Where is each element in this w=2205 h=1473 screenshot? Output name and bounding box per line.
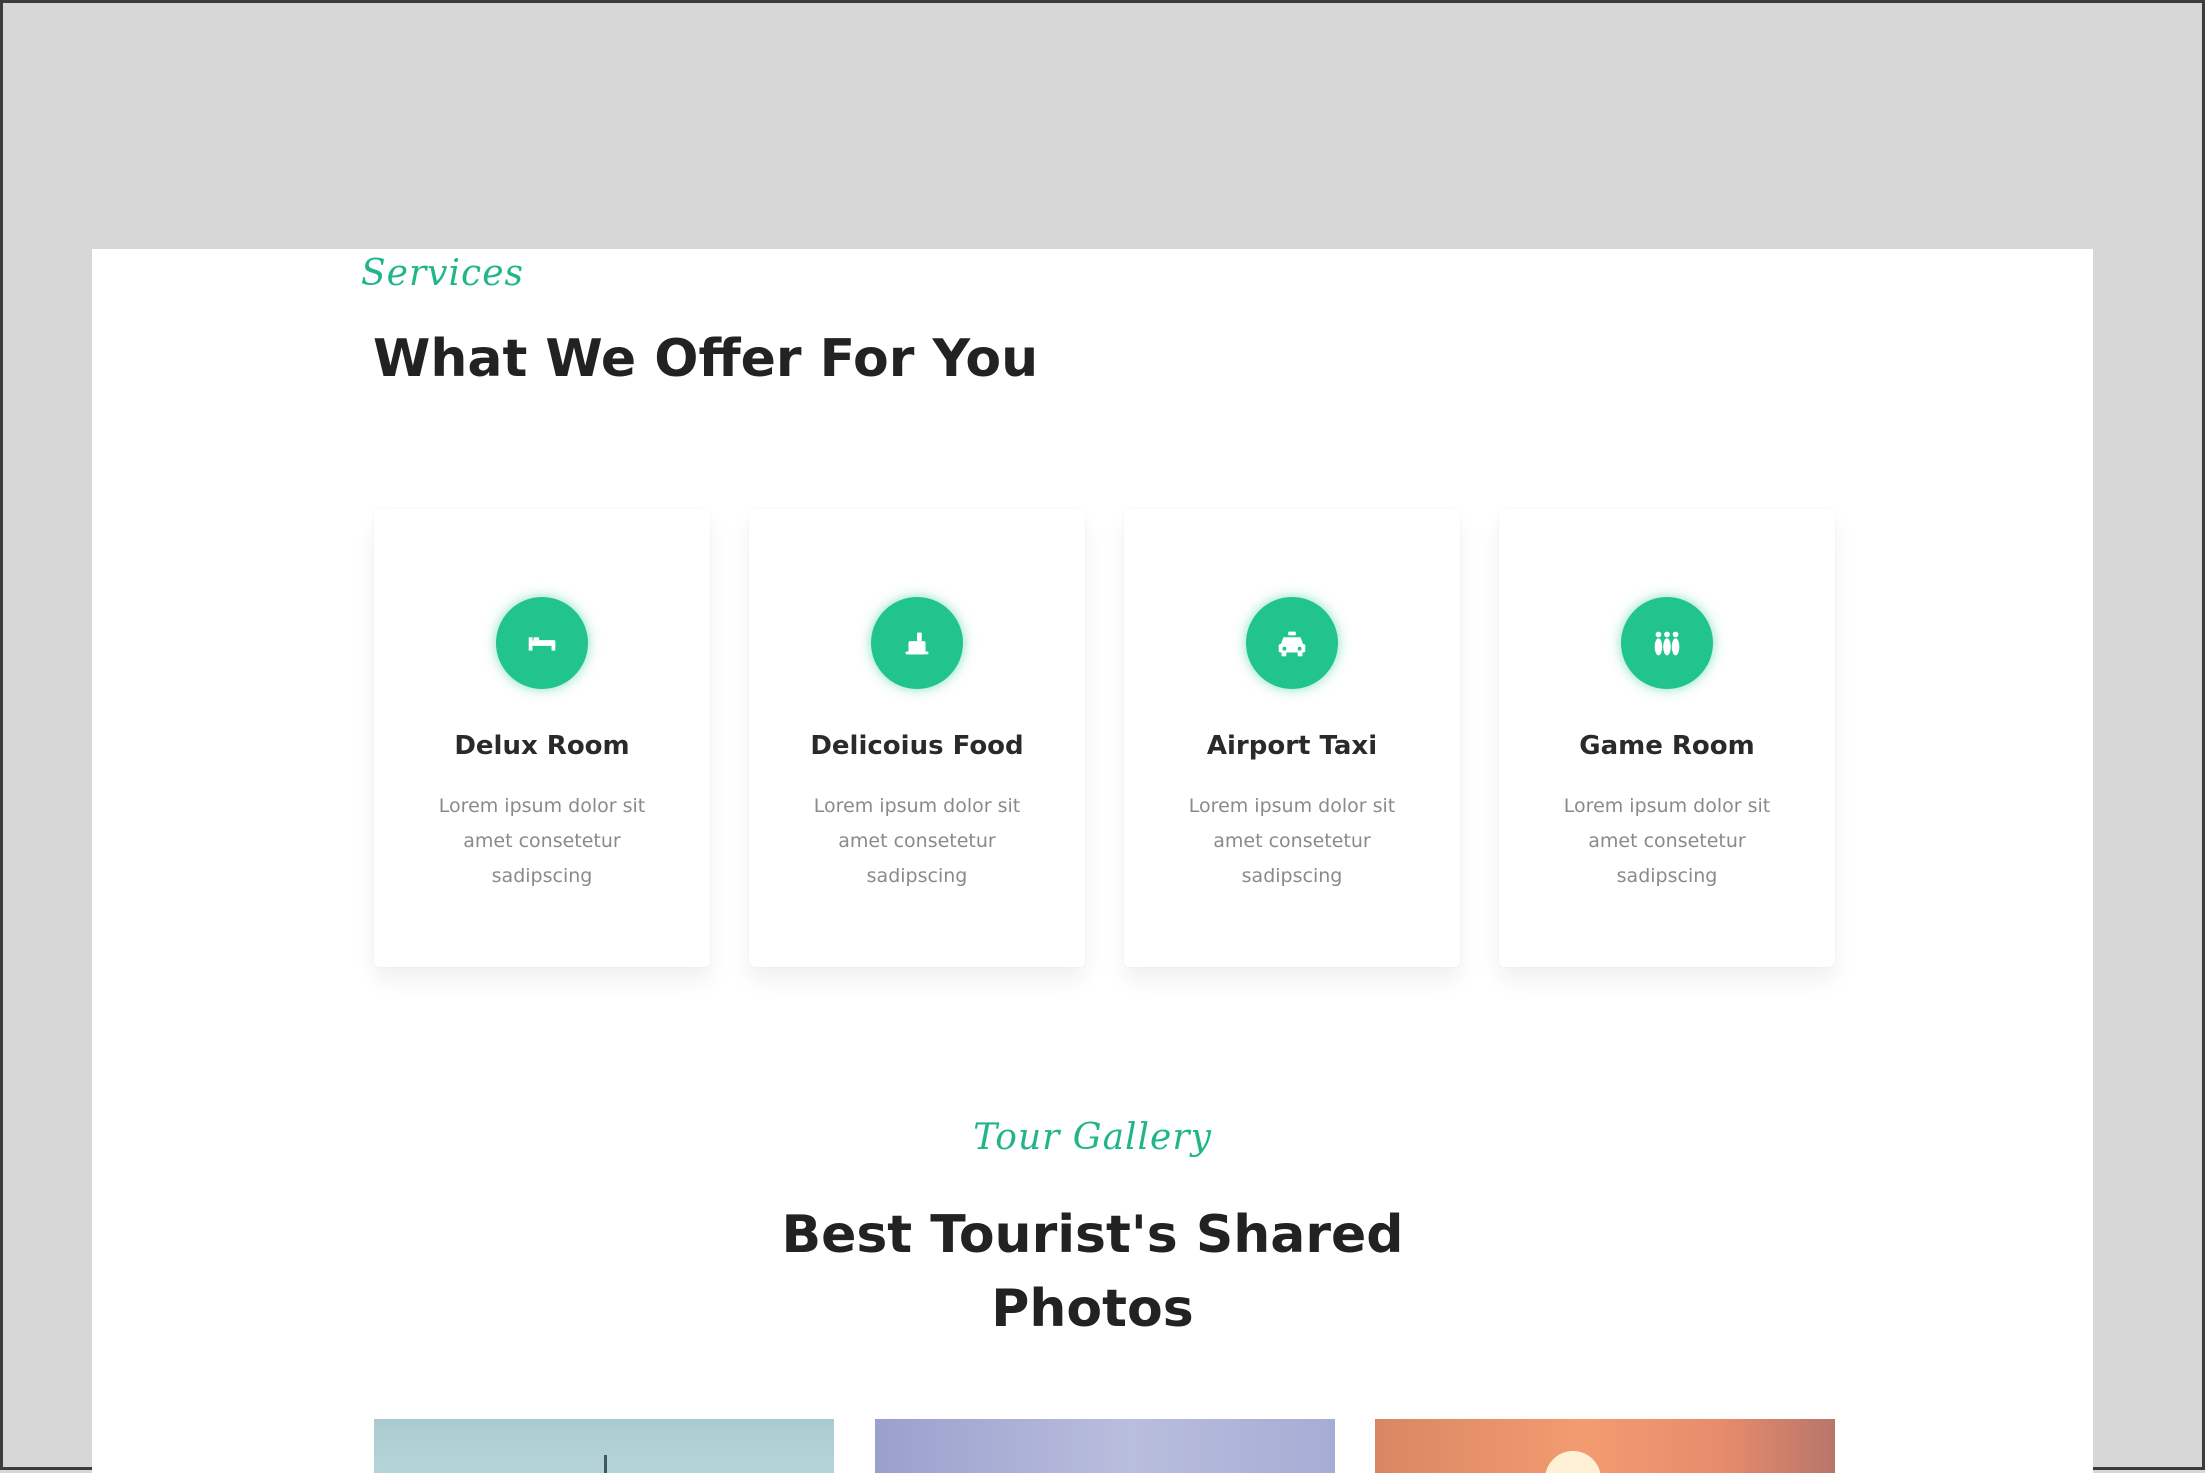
service-card-airport-taxi[interactable]: Airport Taxi Lorem ipsum dolor sit amet … [1124,509,1460,967]
card-title: Delicoius Food [810,731,1024,761]
services-title: What We Offer For You [373,329,1039,389]
page-canvas: Services What We Offer For You Delux Roo… [92,249,2093,1473]
gallery-photo-2[interactable] [875,1419,1335,1473]
photo-detail [604,1455,607,1473]
gallery-title: Best Tourist's Shared Photos [92,1198,2093,1346]
service-card-game-room[interactable]: Game Room Lorem ipsum dolor sit amet con… [1499,509,1835,967]
card-description: Lorem ipsum dolor sit amet consetetur sa… [438,795,646,887]
gallery-photo-1[interactable] [374,1419,834,1473]
card-description: Lorem ipsum dolor sit amet consetetur sa… [813,795,1021,887]
card-title: Delux Room [454,731,630,761]
food-icon [871,597,963,689]
card-description: Lorem ipsum dolor sit amet consetetur sa… [1563,795,1771,887]
gallery-photo-3[interactable] [1375,1419,1835,1473]
card-title: Airport Taxi [1206,731,1378,761]
bed-icon [496,597,588,689]
taxi-icon [1246,597,1338,689]
card-description: Lorem ipsum dolor sit amet consetetur sa… [1188,795,1396,887]
service-card-delicious-food[interactable]: Delicoius Food Lorem ipsum dolor sit ame… [749,509,1085,967]
services-script-label: Services [361,253,524,294]
gallery-title-line-2: Photos [991,1279,1194,1339]
gallery-script-label: Tour Gallery [973,1117,1212,1158]
gallery-title-line-1: Best Tourist's Shared [781,1205,1404,1265]
service-card-delux-room[interactable]: Delux Room Lorem ipsum dolor sit amet co… [374,509,710,967]
card-title: Game Room [1579,731,1755,761]
bowling-icon [1621,597,1713,689]
